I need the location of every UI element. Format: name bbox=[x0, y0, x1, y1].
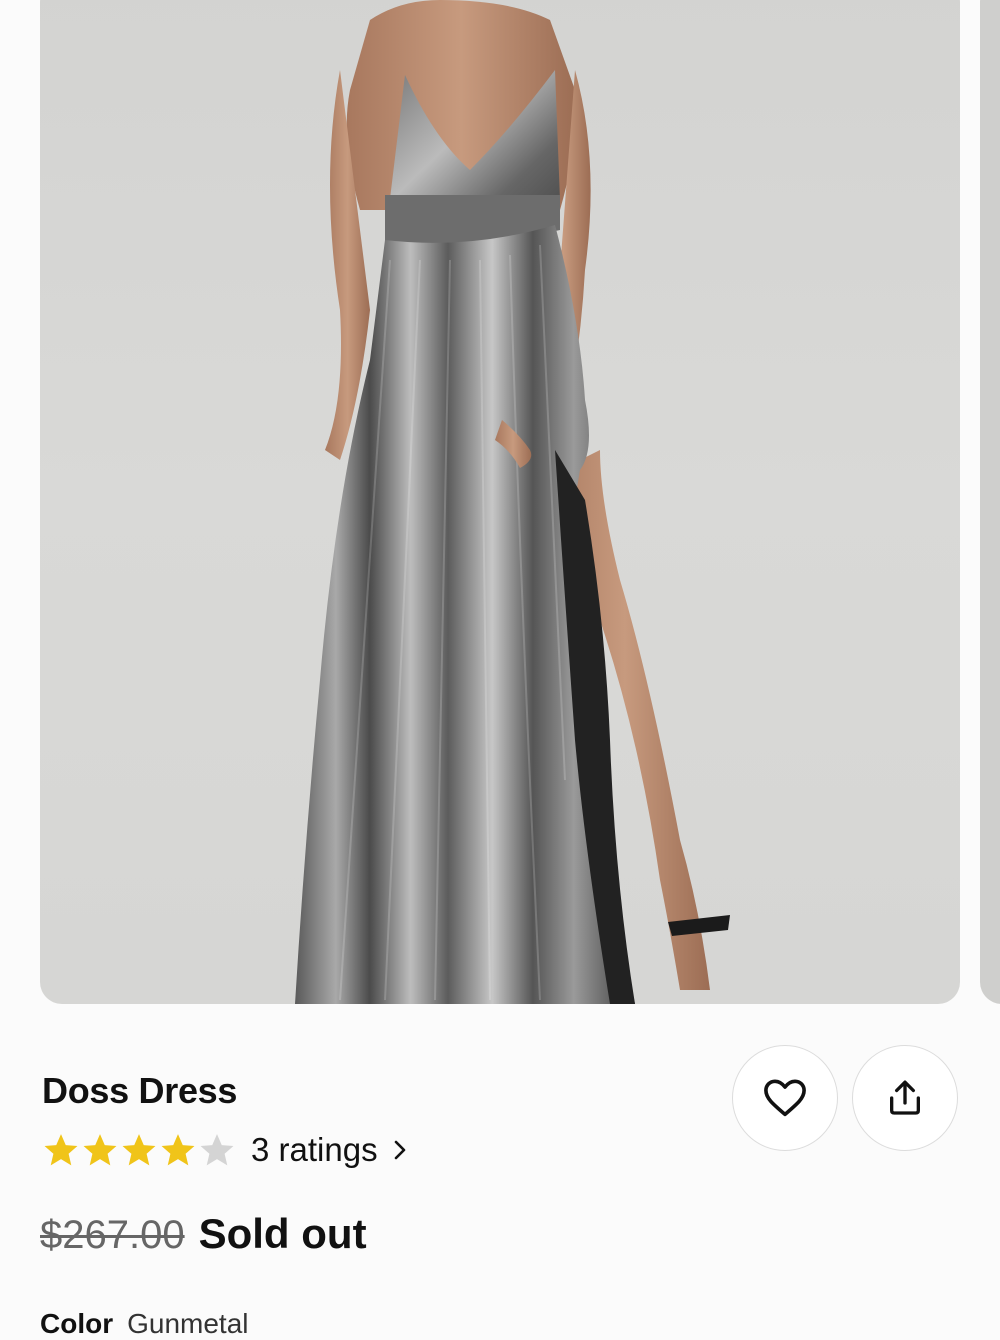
favorite-button[interactable] bbox=[732, 1045, 838, 1151]
star-icon bbox=[200, 1134, 234, 1166]
dress-photo bbox=[295, 0, 730, 1004]
ratings-link[interactable]: 3 ratings bbox=[42, 1128, 408, 1172]
product-image[interactable] bbox=[40, 0, 960, 1004]
star-icon bbox=[83, 1134, 117, 1166]
star-icon bbox=[44, 1134, 78, 1166]
sold-out-label: Sold out bbox=[198, 1210, 367, 1257]
next-image-preview[interactable] bbox=[980, 0, 1000, 1004]
color-value: Gunmetal bbox=[127, 1308, 249, 1339]
color-selector: Color Gunmetal bbox=[40, 1308, 249, 1340]
original-price: $267.00 bbox=[40, 1213, 185, 1257]
star-icon bbox=[161, 1134, 195, 1166]
color-label: Color bbox=[40, 1308, 114, 1339]
product-image-gallery[interactable] bbox=[0, 0, 1000, 1005]
heart-icon bbox=[764, 1079, 806, 1117]
ratings-count[interactable]: 3 ratings bbox=[251, 1131, 378, 1169]
share-button[interactable] bbox=[852, 1045, 958, 1151]
star-rating bbox=[42, 1131, 237, 1169]
price-row: $267.00 Sold out bbox=[40, 1210, 367, 1258]
chevron-right-icon[interactable] bbox=[392, 1139, 408, 1161]
star-icon bbox=[122, 1134, 156, 1166]
share-icon bbox=[890, 1080, 920, 1115]
product-title: Doss Dress bbox=[42, 1070, 238, 1111]
